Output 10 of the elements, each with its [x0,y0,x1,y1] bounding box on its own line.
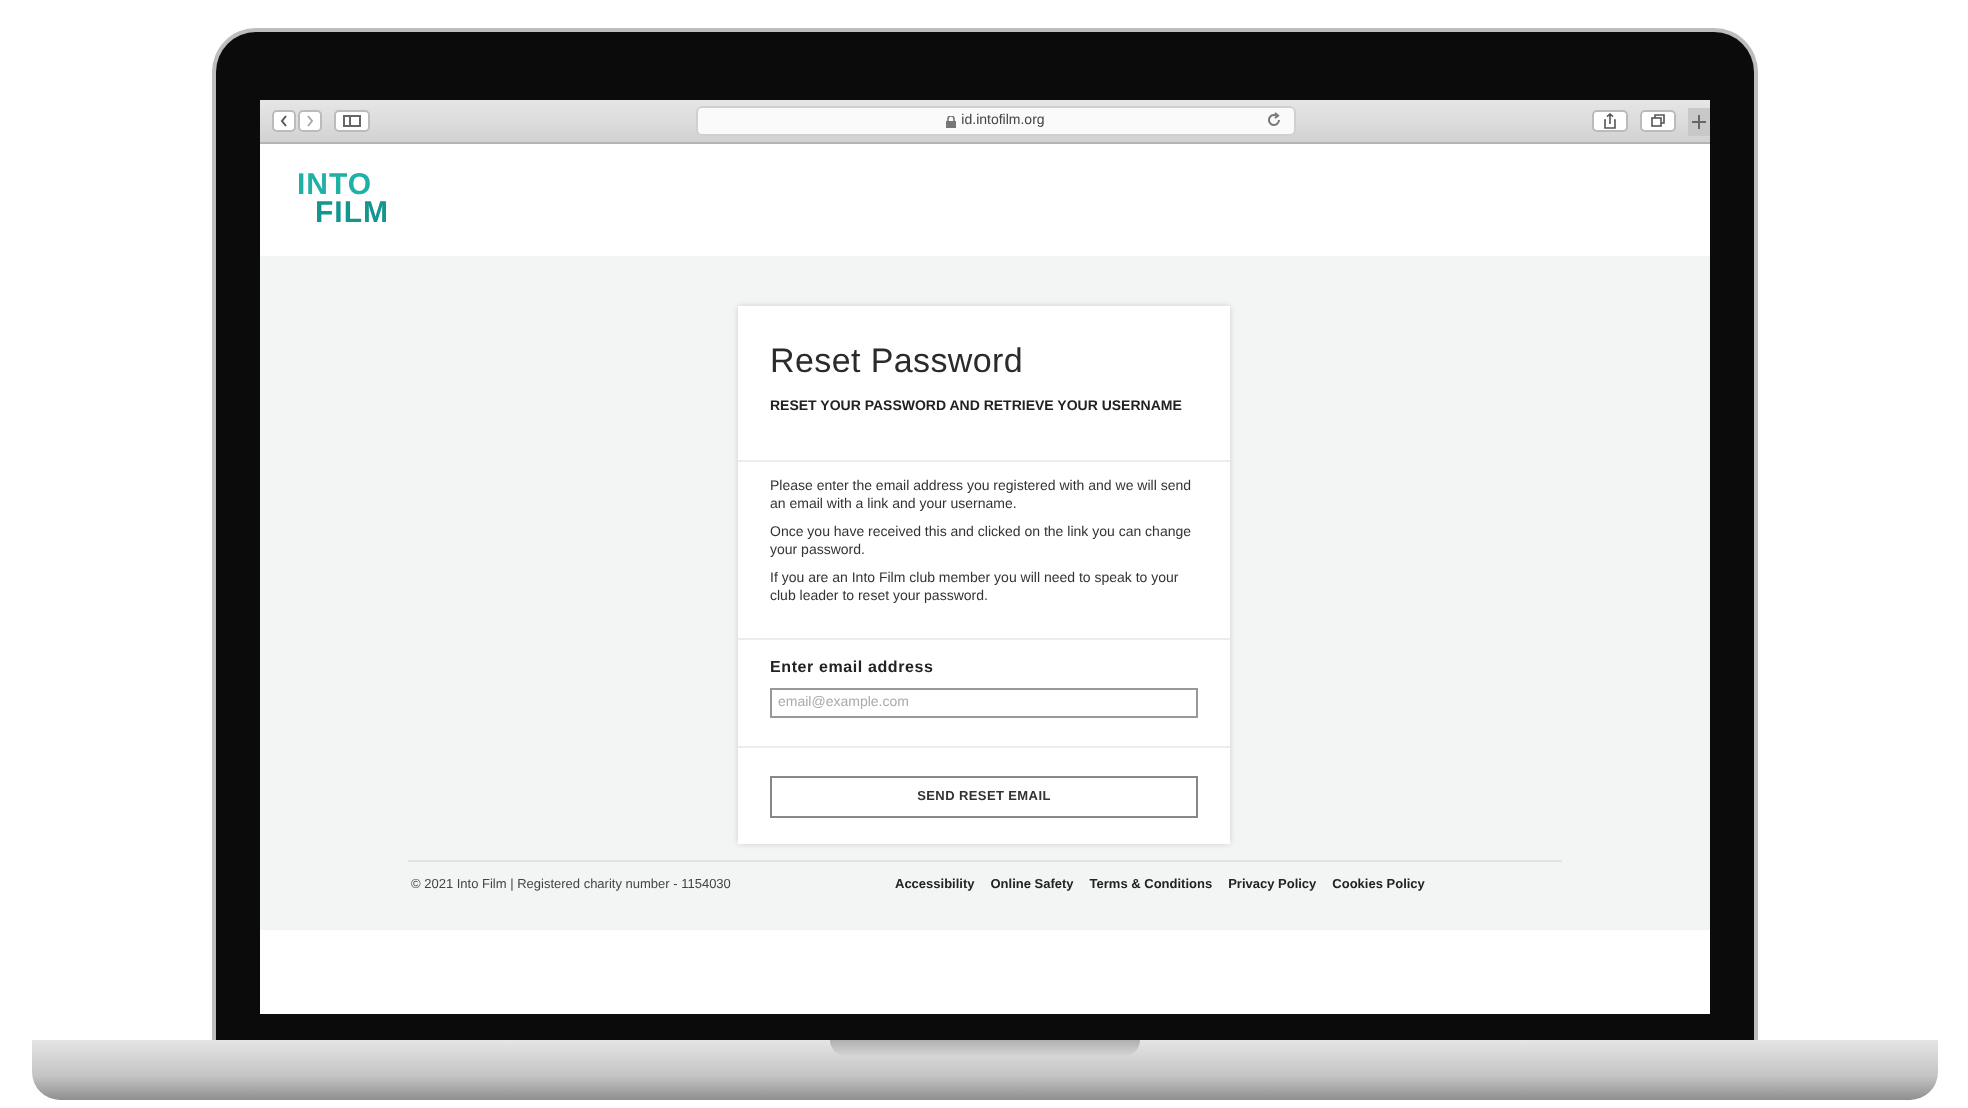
reload-icon[interactable] [1265,112,1281,128]
back-icon[interactable] [271,110,295,132]
sidebar-icon[interactable] [333,110,369,132]
share-icon[interactable] [1591,110,1627,132]
field-label: Enter email address [770,658,936,676]
page-title: Reset Password [770,342,1026,382]
lock-icon [945,115,956,127]
new-tab-icon[interactable] [1687,107,1709,135]
logo[interactable]: INTO FILM [297,172,389,228]
tabs-icon[interactable] [1639,110,1675,132]
